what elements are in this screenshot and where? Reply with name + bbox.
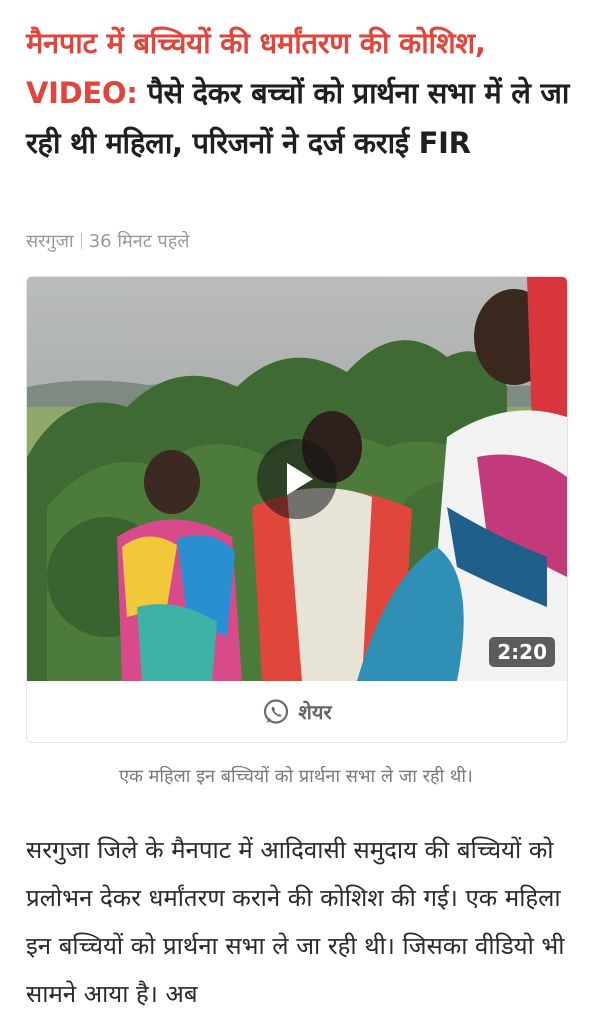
share-button[interactable]: शेयर (27, 681, 567, 742)
play-button[interactable] (257, 439, 337, 519)
location-link[interactable]: सरगुजा (26, 231, 74, 252)
image-caption: एक महिला इन बच्चियों को प्रार्थना सभा ले… (119, 766, 473, 787)
meta-divider (80, 233, 82, 249)
share-label: शेयर (298, 700, 332, 724)
publish-time: 36 मिनट पहले (88, 231, 190, 252)
video-player[interactable]: 2:20 (27, 277, 567, 681)
article-paragraph: सरगुजा जिले के मैनपाट में आदिवासी समुदाय… (26, 836, 565, 1008)
article-meta: सरगुजा 36 मिनट पहले (26, 228, 190, 256)
headline[interactable]: मैनपाट में बच्चियों की धर्मांतरण की कोशि… (26, 18, 571, 168)
play-icon (287, 463, 313, 495)
whatsapp-icon (264, 698, 289, 724)
video-card: 2:20 शेयर (26, 276, 568, 743)
video-duration: 2:20 (489, 637, 555, 667)
article-page: मैनपाट में बच्चियों की धर्मांतरण की कोशि… (0, 0, 593, 1024)
